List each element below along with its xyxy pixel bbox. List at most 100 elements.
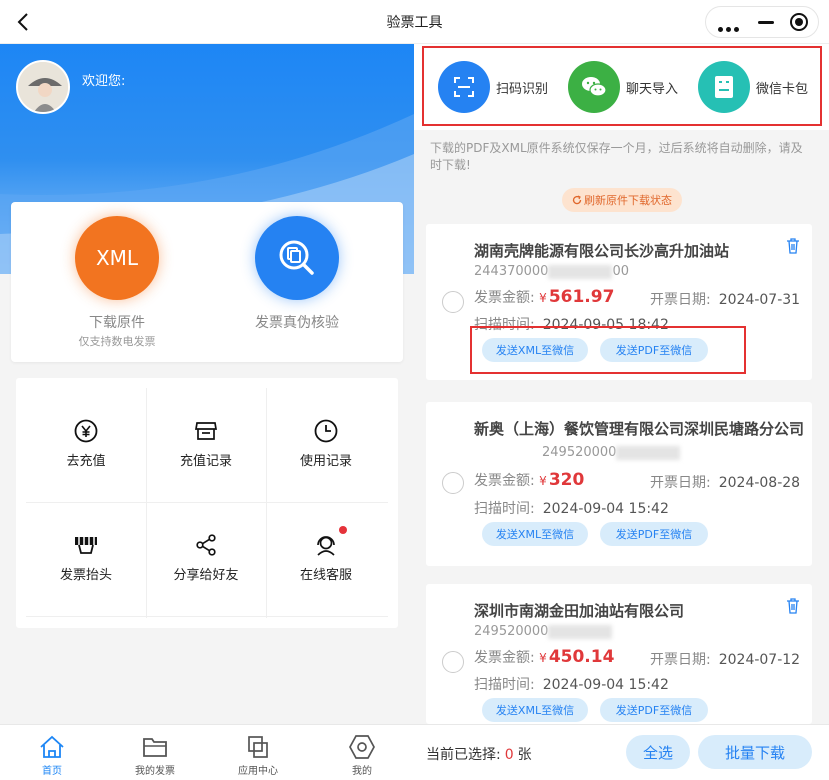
invoice-company-name: 湖南壳牌能源有限公司长沙高升加油站 [474,242,730,260]
apps-icon [243,734,273,760]
search-document-icon [279,240,314,275]
recharge-history-label: 充值记录 [179,454,232,469]
invoice-number: 244370000 00 [474,264,629,279]
invoice-amount: 320 [548,470,585,490]
tab-home[interactable]: 首页 [0,725,104,780]
invoice-number: 249520000 [542,445,681,460]
invoice-company-name: 新奥（上海）餐饮管理有限公司深圳民塘路分公司 [474,420,805,438]
amount-row: 发票金额: ¥320 [474,470,585,490]
card-icon [698,61,750,113]
home-icon [37,734,67,760]
scan-label: 扫码识别 [496,81,549,97]
tab-my-invoices-label: 我的发票 [135,766,175,777]
scan-time-row: 扫描时间: 2024-09-04 15:42 [474,677,669,693]
scan-icon [438,61,490,113]
invoice-header-label: 发票抬头 [59,568,112,583]
close-miniprogram-button[interactable] [790,13,808,31]
xml-icon: XML [95,246,139,270]
share-button[interactable]: 分享给好友 [146,492,266,604]
recharge-label: 去充值 [66,454,106,469]
send-xml-button[interactable]: 发送XML至微信 [482,698,588,722]
wechat-card-button[interactable]: 微信卡包 [698,61,808,113]
invoice-header-icon [73,532,99,558]
customer-service-icon [313,526,347,558]
refresh-icon [572,195,582,205]
invoice-date: 2024-07-31 [718,292,801,308]
invoice-verify-button[interactable] [255,216,339,300]
select-checkbox[interactable] [442,651,464,673]
date-row: 开票日期: 2024-08-28 [650,475,801,491]
scan-button[interactable]: 扫码识别 [438,61,548,113]
store-icon [193,418,219,444]
scan-time-row: 扫描时间: 2024-09-04 15:42 [474,501,669,517]
invoice-card[interactable]: 湖南壳牌能源有限公司长沙高升加油站 244370000 00 发票金额: ¥561… [426,224,812,380]
welcome-text: 欢迎您: [82,74,126,89]
clock-icon [313,418,339,444]
more-menu-button[interactable] [718,21,742,36]
import-tools-bar: 扫码识别 聊天导入 微信卡包 [422,46,822,126]
batch-download-button[interactable]: 批量下载 [698,735,812,769]
recharge-button[interactable]: 去充值 [26,378,146,490]
yen-circle-icon [73,418,99,444]
download-original-sub: 仅支持数电发票 [78,335,156,348]
download-original-button[interactable]: XML [75,216,159,300]
main-actions-card: XML 下载原件 仅支持数电发票 发票真伪核验 [11,202,403,362]
home-panel: 欢迎您: XML 下载原件 仅支持数电发票 发票真伪核验 去充值 充值记录 使用… [0,44,414,780]
chat-import-label: 聊天导入 [626,81,679,97]
invoice-number: 249520000 [474,624,613,639]
share-label: 分享给好友 [173,568,239,583]
title-bar: 验票工具 [0,0,829,44]
scan-time: 2024-09-04 15:42 [542,677,669,693]
share-icon [193,532,219,558]
miniprogram-capsule [705,6,819,38]
invoice-verify-label: 发票真伪核验 [255,315,339,331]
scan-time: 2024-09-04 15:42 [542,501,669,517]
invoice-panel: 扫码识别 聊天导入 微信卡包 下载的PDF及XML原件系统仅保存一个月，过后系统… [414,44,829,780]
select-all-button[interactable]: 全选 [626,735,690,769]
hexagon-icon [347,734,377,760]
customer-service-label: 在线客服 [299,568,352,583]
highlight-box [470,326,746,374]
invoice-amount: 561.97 [548,287,615,307]
amount-row: 发票金额: ¥450.14 [474,647,615,667]
tab-app-center[interactable]: 应用中心 [206,725,310,780]
refresh-status-label: 刷新原件下载状态 [584,194,672,207]
notification-dot [339,526,347,534]
tab-mine-label: 我的 [352,766,372,777]
invoice-card[interactable]: 深圳市南湖金田加油站有限公司 249520000 发票金额: ¥450.14 开… [426,584,812,724]
avatar[interactable] [16,60,70,114]
wechat-card-label: 微信卡包 [756,81,809,97]
amount-row: 发票金额: ¥561.97 [474,287,615,307]
send-pdf-button[interactable]: 发送PDF至微信 [600,698,708,722]
tab-mine[interactable]: 我的 [310,725,414,780]
customer-service-button[interactable]: 在线客服 [266,492,386,604]
tab-my-invoices[interactable]: 我的发票 [103,725,207,780]
refresh-status-button[interactable]: 刷新原件下载状态 [562,188,682,212]
invoice-amount: 450.14 [548,647,615,667]
send-xml-button[interactable]: 发送XML至微信 [482,522,588,546]
recharge-history-button[interactable]: 充值记录 [146,378,266,490]
selection-bar: 当前已选择: 0 张 全选 批量下载 [414,724,829,780]
invoice-header-button[interactable]: 发票抬头 [26,492,146,604]
delete-icon[interactable] [786,238,800,254]
usage-history-label: 使用记录 [299,454,352,469]
usage-history-button[interactable]: 使用记录 [266,378,386,490]
invoice-date: 2024-08-28 [718,475,801,491]
select-checkbox[interactable] [442,472,464,494]
invoice-card[interactable]: 新奥（上海）餐饮管理有限公司深圳民塘路分公司 249520000 发票金额: ¥… [426,402,812,566]
download-original-label: 下载原件 [89,315,145,331]
tab-home-label: 首页 [42,766,62,777]
minimize-button[interactable] [758,21,774,24]
invoice-company-name: 深圳市南湖金田加油站有限公司 [474,602,685,620]
select-checkbox[interactable] [442,291,464,313]
delete-icon[interactable] [786,598,800,614]
date-row: 开票日期: 2024-07-12 [650,652,801,668]
function-grid: 去充值 充值记录 使用记录 发票抬头 分享给好友 在线客服 [16,378,398,628]
chat-import-button[interactable]: 聊天导入 [568,61,678,113]
folder-icon [140,734,170,760]
date-row: 开票日期: 2024-07-31 [650,292,801,308]
bottom-tab-bar: 首页 我的发票 应用中心 我的 [0,724,414,780]
selection-count: 当前已选择: 0 张 [426,747,532,763]
send-pdf-button[interactable]: 发送PDF至微信 [600,522,708,546]
tab-app-center-label: 应用中心 [238,766,278,777]
